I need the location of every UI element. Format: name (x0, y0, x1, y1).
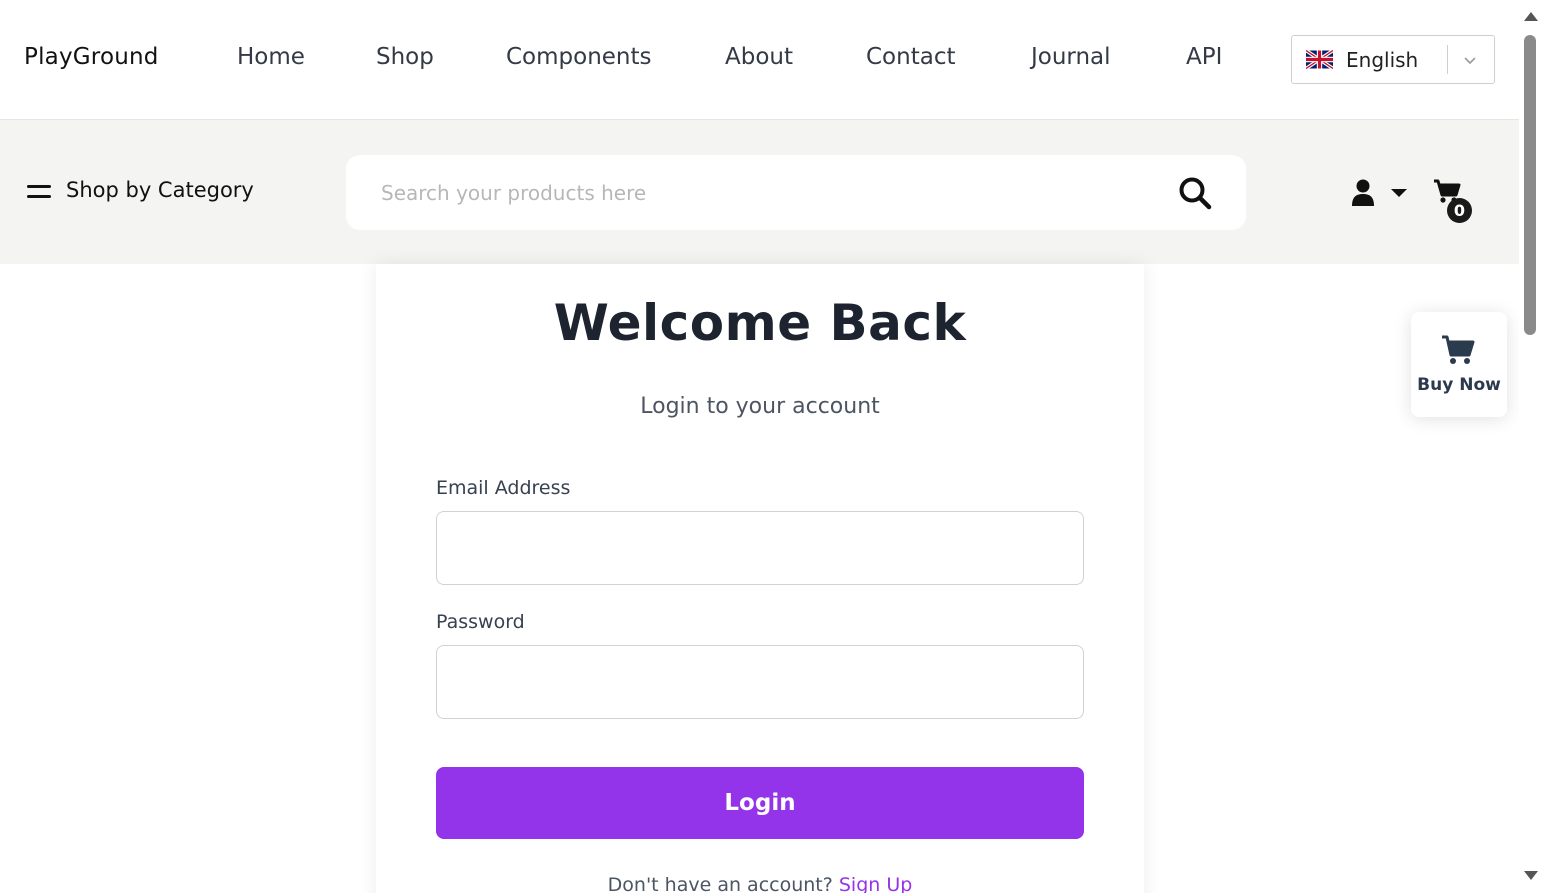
login-card: Welcome Back Login to your account Email… (376, 264, 1144, 893)
search-bar-section: Shop by Category 0 (0, 120, 1519, 264)
nav-home[interactable]: Home (237, 44, 305, 70)
cart-button[interactable]: 0 (1433, 178, 1475, 223)
page: PlayGround Home Shop Components About Co… (0, 0, 1542, 893)
cart-count-badge: 0 (1447, 198, 1472, 223)
language-divider (1447, 45, 1448, 74)
nav-api[interactable]: API (1186, 44, 1222, 70)
user-icon[interactable] (1351, 179, 1409, 207)
search-icon[interactable] (1178, 176, 1212, 210)
uk-flag-icon (1306, 50, 1333, 69)
signup-link[interactable]: Sign Up (839, 874, 912, 893)
scroll-down-arrow-icon[interactable] (1524, 871, 1538, 880)
top-navbar: PlayGround Home Shop Components About Co… (0, 0, 1519, 120)
signup-prompt: Don't have an account? Sign Up (376, 874, 1144, 893)
nav-contact[interactable]: Contact (866, 44, 955, 70)
email-label: Email Address (436, 477, 571, 499)
vertical-scrollbar[interactable] (1519, 0, 1542, 893)
hamburger-menu-icon (27, 184, 51, 200)
page-title: Welcome Back (553, 294, 967, 352)
buy-now-label: Buy Now (1417, 375, 1501, 395)
chevron-down-icon[interactable] (1462, 52, 1478, 68)
email-field[interactable] (436, 511, 1084, 585)
scroll-up-arrow-icon[interactable] (1524, 12, 1538, 21)
search-box (346, 155, 1246, 230)
nav-about[interactable]: About (725, 44, 793, 70)
nav-journal[interactable]: Journal (1031, 44, 1111, 70)
login-button[interactable]: Login (436, 767, 1084, 839)
brand-logo[interactable]: PlayGround (24, 44, 159, 70)
signup-prompt-text: Don't have an account? (607, 874, 833, 893)
password-field[interactable] (436, 645, 1084, 719)
page-subtitle: Login to your account (640, 394, 880, 419)
shop-by-category-label: Shop by Category (66, 178, 254, 202)
buy-now-button[interactable]: Buy Now (1411, 312, 1507, 417)
language-select[interactable]: English (1291, 35, 1495, 84)
nav-shop[interactable]: Shop (376, 44, 434, 70)
language-label: English (1346, 48, 1419, 72)
password-label: Password (436, 611, 525, 633)
scrollbar-thumb[interactable] (1524, 35, 1536, 335)
nav-components[interactable]: Components (506, 44, 652, 70)
search-input[interactable] (381, 177, 1141, 209)
shopping-cart-icon (1442, 335, 1475, 364)
